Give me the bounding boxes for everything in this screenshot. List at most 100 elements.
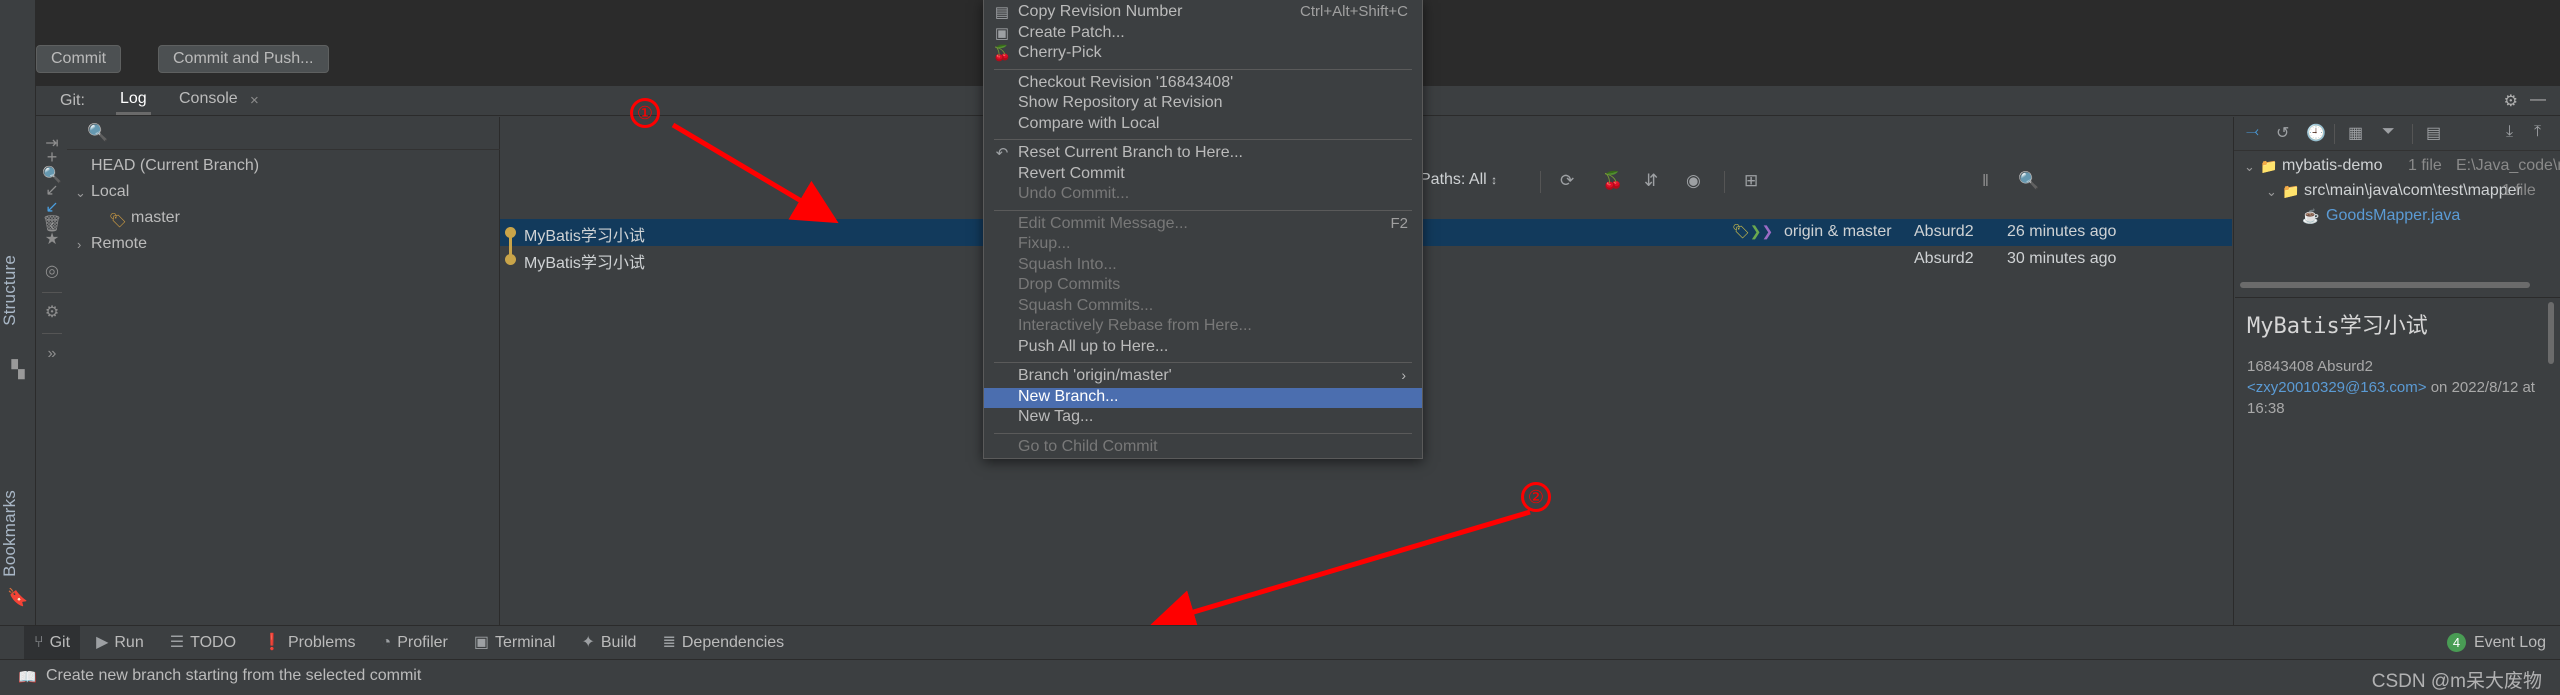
minimize-icon[interactable]: — [2530, 91, 2546, 109]
menu-item-label: Reset Current Branch to Here... [1018, 144, 1243, 161]
toolwindow-button-git[interactable]: ⑂ Git [24, 626, 81, 660]
commit-author: Absurd2 [2317, 358, 2373, 375]
commit-message-box: MyBatis学习小试 16843408 Absurd2 <zxy2001032… [2235, 297, 2560, 435]
branch-search-row[interactable]: 🔍 [67, 117, 500, 150]
close-icon[interactable]: × [250, 92, 259, 109]
bottom-toolwindow-bar: 4 Event Log ⑂ Git ▶ Run ☰ TODO ❗ Problems ◔ Profil… [0, 625, 2560, 660]
more-icon[interactable]: » [37, 338, 67, 370]
menu-item-show-repository-at-revision[interactable]: Show Repository at Revision [984, 94, 1422, 115]
plus-icon[interactable]: + [37, 140, 67, 174]
commit-and-push-button[interactable]: Commit and Push... [158, 45, 329, 73]
bookmark-icon: 🔖 [7, 588, 29, 607]
book-icon: 📖 [18, 669, 37, 686]
menu-separator [994, 362, 1412, 363]
problems-icon: ❗ [262, 634, 282, 651]
search-icon[interactable]: 🔍 [2018, 171, 2039, 191]
menu-item-reset-current-branch-to-here[interactable]: ↶ Reset Current Branch to Here... [984, 144, 1422, 165]
expand-all-icon[interactable]: ⤓ [2506, 123, 2513, 141]
revert-icon[interactable]: ↺ [2276, 123, 2289, 143]
menu-item-label: Squash Commits... [1018, 296, 1154, 314]
event-log-label: Event Log [2473, 634, 2546, 651]
status-bar: 📖 Create new branch starting from the se… [0, 659, 2560, 695]
cherry-pick-icon[interactable]: 🍒 [1602, 171, 1623, 191]
tab-console[interactable]: Console [175, 90, 242, 112]
sidebar-item-bookmarks[interactable]: Bookmarks [0, 490, 36, 577]
menu-item-label: Branch 'origin/master' [1018, 367, 1172, 384]
divider [42, 292, 62, 293]
toolwindow-button-todo[interactable]: ☰ TODO [160, 626, 246, 660]
collapse-panel-icon[interactable]: ⊞ [1744, 171, 1758, 191]
tab-log[interactable]: Log [116, 90, 151, 115]
toolwindow-button-problems[interactable]: ❗ Problems [252, 626, 366, 660]
menu-item-squash-into: Squash Into... [984, 256, 1422, 277]
menu-item-label: Edit Commit Message... [1018, 214, 1188, 232]
branch-tree-item-head[interactable]: HEAD (Current Branch) [91, 157, 259, 181]
menu-item-shortcut: Ctrl+Alt+Shift+C [1300, 3, 1408, 20]
toolwindow-button-dependencies[interactable]: ≣ Dependencies [652, 626, 794, 660]
commit-button[interactable]: Commit [36, 45, 122, 73]
settings-icon[interactable]: ⚙ [37, 297, 67, 329]
run-icon: ▶ [96, 634, 109, 651]
group-by-icon[interactable]: ▦ [2348, 123, 2363, 143]
branch-tree-label: Remote [91, 235, 148, 252]
view-options-icon[interactable]: ▤ [2426, 123, 2441, 143]
toolwindow-button-build[interactable]: ✦ Build [571, 626, 646, 660]
menu-item-cherry-pick[interactable]: 🍒 Cherry-Pick [984, 44, 1422, 65]
menu-item-new-tag[interactable]: New Tag... [984, 408, 1422, 429]
toolwindow-button-label: Profiler [397, 634, 448, 651]
cherry-pick-icon: 🍒 [992, 45, 1012, 62]
menu-item-new-branch[interactable]: New Branch... [984, 387, 1422, 408]
collapse-all-icon[interactable]: ⤒ [2534, 123, 2541, 141]
menu-item-copy-revision-number[interactable]: ▤ Copy Revision Number Ctrl+Alt+Shift+C [984, 3, 1422, 24]
commit-author: Absurd2 [1914, 223, 1974, 240]
eye-icon[interactable]: ◉ [1686, 171, 1701, 191]
commit-email-link[interactable]: <zxy20010329@163.com> [2247, 379, 2427, 396]
toolwindow-button-profiler[interactable]: ◔ Profiler [372, 626, 458, 660]
pause-icon[interactable]: ‖ [1982, 171, 1989, 191]
toolwindow-button-label: Terminal [495, 634, 556, 651]
menu-item-branch-origin-master[interactable]: Branch 'origin/master' › [984, 367, 1422, 388]
menu-item-create-patch[interactable]: ▣ Create Patch... [984, 24, 1422, 45]
event-log-button[interactable]: 4 Event Log [2446, 626, 2546, 660]
menu-item-go-to-child-commit: Go to Child Commit [984, 438, 1422, 459]
refresh-icon[interactable]: ⟳ [1560, 171, 1574, 191]
toolwindow-button-label: Build [600, 634, 637, 651]
commit-message-title: MyBatis学习小试 [2247, 314, 2428, 339]
sort-icon[interactable]: ⇵ [1644, 171, 1658, 191]
commit-hash: 16843408 [2247, 358, 2314, 375]
expand-selection-icon[interactable]: ⤙ [2246, 123, 2259, 141]
import-icon[interactable]: ↙ [37, 174, 67, 208]
sidebar-item-structure[interactable]: Structure [0, 255, 36, 326]
menu-item-compare-with-local[interactable]: Compare with Local [984, 115, 1422, 136]
toolwindow-button-run[interactable]: ▶ Run [86, 626, 154, 660]
menu-separator [994, 139, 1412, 140]
trash-icon[interactable]: 🗑 [37, 208, 67, 242]
target-icon[interactable]: ◎ [37, 256, 67, 288]
filter-icon[interactable]: ⏷ [2382, 123, 2395, 141]
menu-item-checkout-revision-16843408[interactable]: Checkout Revision '16843408' [984, 74, 1422, 95]
divider [1540, 171, 1541, 193]
menu-item-label: Copy Revision Number [1018, 3, 1183, 20]
terminal-icon: ▣ [473, 634, 489, 651]
menu-item-revert-commit[interactable]: Revert Commit [984, 165, 1422, 186]
commit-date: 30 minutes ago [2007, 250, 2117, 267]
menu-item-label: Fixup... [1018, 235, 1071, 252]
toolwindow-button-terminal[interactable]: ▣ Terminal [464, 626, 566, 660]
commit-message: MyBatis学习小试 [524, 255, 645, 272]
chevron-right-icon: › [77, 237, 82, 252]
paths-filter[interactable]: Paths: All ↕ [1420, 171, 1497, 189]
status-message: Create new branch starting from the sele… [46, 667, 422, 684]
menu-item-undo-commit: Undo Commit... [984, 185, 1422, 206]
history-icon[interactable]: 🕘 [2306, 123, 2326, 143]
dependencies-icon: ≣ [662, 634, 676, 651]
menu-item-edit-commit-message: Edit Commit Message... F2 [984, 215, 1422, 236]
graph-node-icon [505, 254, 516, 265]
divider [42, 333, 62, 334]
menu-item-label: Push All up to Here... [1018, 337, 1169, 355]
paths-filter-label: Paths: All [1420, 171, 1487, 188]
commit-and-push-button-label: Commit and Push... [173, 50, 314, 67]
horizontal-scrollbar[interactable] [2240, 282, 2530, 288]
vertical-scrollbar[interactable] [2548, 302, 2554, 364]
menu-item-push-all-up-to-here[interactable]: Push All up to Here... [984, 338, 1422, 359]
gear-icon[interactable]: ⚙ [2504, 91, 2518, 111]
